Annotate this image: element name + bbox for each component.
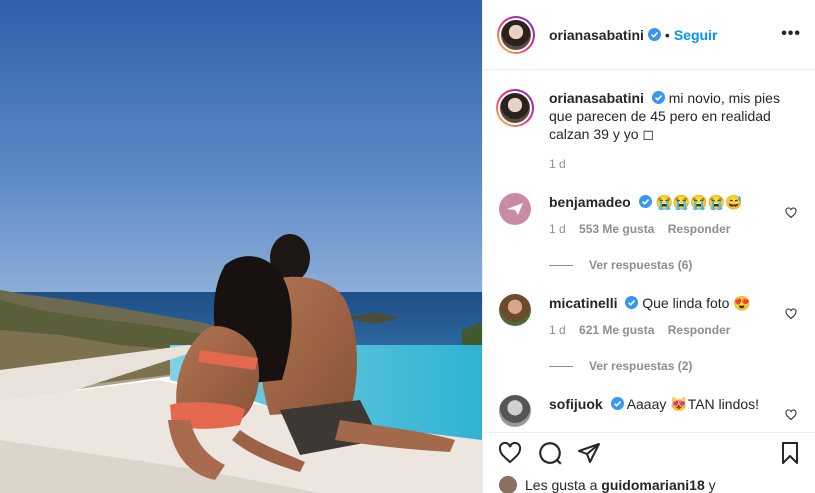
reply-button[interactable]: Responder	[668, 222, 731, 236]
caption-time[interactable]: 1 d	[549, 157, 566, 171]
comment-text: Que linda foto 😍	[642, 295, 751, 311]
post-photo[interactable]	[0, 0, 482, 493]
comment-row: micatinelli Que linda foto 😍 1 d 621 Me …	[499, 294, 799, 339]
view-replies-label: Ver respuestas (6)	[589, 258, 693, 272]
heart-icon[interactable]	[785, 308, 797, 320]
comment-time[interactable]: 1 d	[549, 222, 566, 236]
action-bar	[483, 432, 815, 472]
verified-icon	[647, 28, 661, 41]
paper-plane-icon	[507, 203, 523, 215]
likes-prefix: Les gusta a	[525, 477, 598, 493]
comment-text: 😭😭😭😭😅	[655, 194, 743, 210]
caption-row: orianasabatini mi novio, mis pies que pa…	[496, 89, 799, 173]
post-header: orianasabatini • Seguir •••	[483, 0, 815, 70]
comment-username[interactable]: benjamadeo	[549, 194, 631, 210]
caption-username[interactable]: orianasabatini	[549, 90, 644, 106]
header-separator: •	[664, 26, 670, 43]
share-icon[interactable]	[577, 441, 601, 465]
comment-avatar[interactable]	[499, 294, 531, 326]
comment-avatar[interactable]	[499, 395, 531, 427]
comment-username[interactable]: sofijuok	[549, 396, 603, 412]
post-side-panel: orianasabatini • Seguir ••• orianasabati…	[482, 0, 815, 493]
comment-username[interactable]: micatinelli	[549, 295, 617, 311]
heart-icon[interactable]	[785, 207, 797, 219]
post-photo-image	[0, 0, 482, 493]
instagram-post-view: orianasabatini • Seguir ••• orianasabati…	[0, 0, 815, 493]
comment-row: benjamadeo 😭😭😭😭😅 1 d 553 Me gusta Respon…	[499, 193, 799, 238]
comment-likes[interactable]: 553 Me gusta	[579, 222, 654, 236]
comment-avatar[interactable]	[499, 193, 531, 225]
reply-button[interactable]: Responder	[668, 323, 731, 337]
verified-icon	[625, 296, 639, 309]
follow-button[interactable]: Seguir	[674, 27, 718, 43]
author-avatar[interactable]	[497, 15, 535, 54]
likes-suffix: y	[708, 477, 716, 493]
view-replies-label: Ver respuestas (2)	[589, 359, 693, 373]
more-icon[interactable]: •••	[781, 25, 801, 43]
replies-divider	[549, 264, 573, 266]
heart-icon[interactable]	[785, 409, 797, 421]
comment-time[interactable]: 1 d	[549, 323, 566, 337]
comments-list[interactable]: orianasabatini mi novio, mis pies que pa…	[483, 71, 815, 431]
view-replies-button[interactable]: Ver respuestas (6)	[549, 258, 799, 272]
view-replies-button[interactable]: Ver respuestas (2)	[549, 359, 799, 373]
like-heart-icon[interactable]	[497, 441, 523, 465]
comment-row: sofijuok Aaaay 😻TAN lindos!	[499, 395, 799, 427]
comment-text: Aaaay 😻TAN lindos!	[626, 396, 760, 412]
liker-avatar[interactable]	[499, 476, 517, 493]
author-username[interactable]: orianasabatini	[549, 27, 644, 43]
caption-avatar[interactable]	[496, 89, 534, 127]
verified-icon	[610, 397, 624, 410]
comment-likes[interactable]: 621 Me gusta	[579, 323, 654, 337]
comment-icon[interactable]	[537, 440, 563, 466]
bookmark-icon[interactable]	[779, 441, 801, 465]
likes-summary: Les gusta a guidomariani18 y	[499, 476, 716, 493]
verified-icon	[638, 195, 652, 208]
replies-divider	[549, 365, 573, 367]
verified-icon	[651, 91, 665, 104]
liker-username[interactable]: guidomariani18	[601, 477, 704, 493]
